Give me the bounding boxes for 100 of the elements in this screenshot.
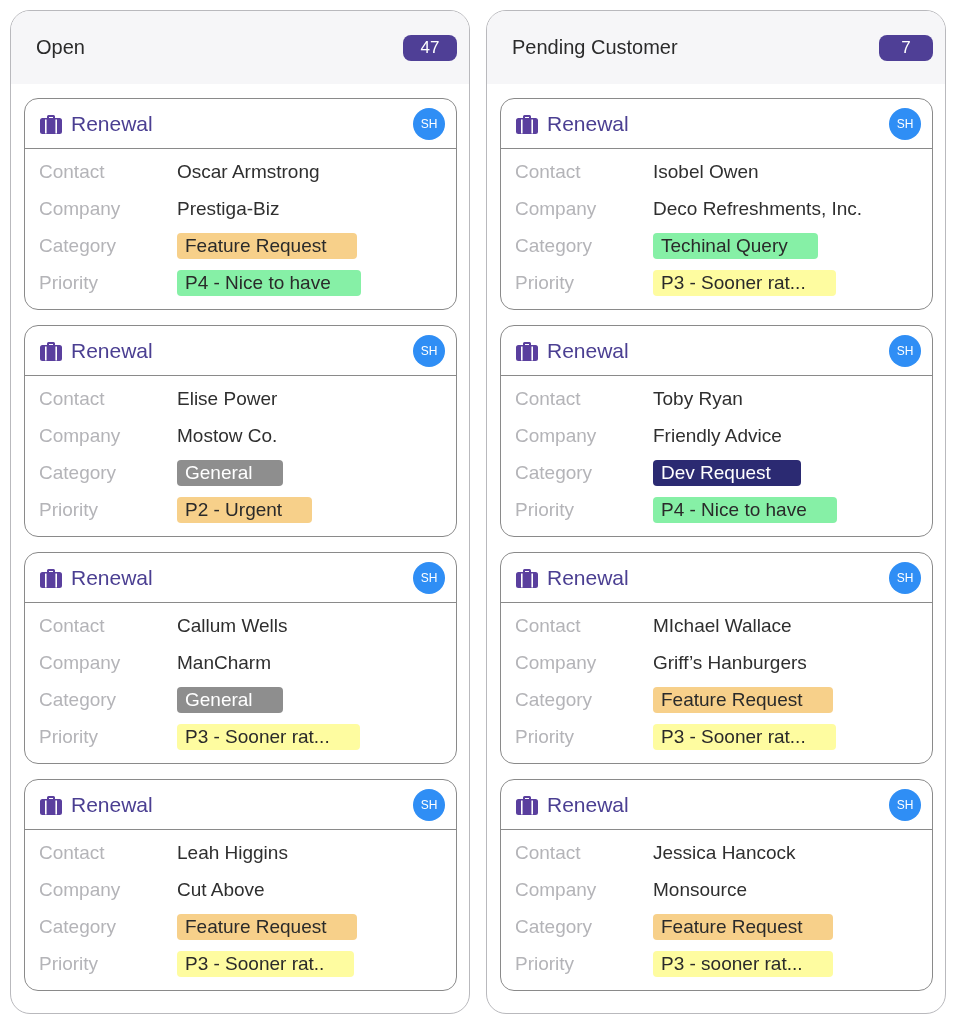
tag: P3 - Sooner rat... bbox=[653, 269, 836, 296]
avatar: SH bbox=[413, 334, 445, 367]
ticket-card[interactable]: Renewal SH Contact Callum Wells Company ManCharm Category General Priority P3 - Sooner rat... bbox=[24, 552, 457, 764]
field-value: ManCharm bbox=[177, 651, 271, 674]
field-value: Prestiga-Biz bbox=[177, 197, 280, 220]
card-title: Renewal bbox=[547, 111, 630, 136]
briefcase-icon bbox=[516, 567, 538, 588]
field-label: Contact bbox=[515, 614, 582, 637]
avatar: SH bbox=[413, 561, 445, 594]
field-value: Mostow Co. bbox=[177, 424, 278, 447]
ticket-card[interactable]: Renewal SH Contact Toby Ryan Company Friendly Advice Category Dev Request Priority P4 - Nice to have bbox=[500, 325, 933, 537]
field-label: Company bbox=[39, 651, 122, 674]
field-label: Priority bbox=[515, 498, 576, 521]
avatar: SH bbox=[413, 107, 445, 140]
avatar: SH bbox=[889, 334, 921, 367]
ticket-card[interactable]: Renewal SH Contact Elise Power Company Mostow Co. Category General Priority P2 - Urgent bbox=[24, 325, 457, 537]
field-label: Priority bbox=[39, 271, 100, 294]
field-label: Company bbox=[39, 424, 122, 447]
briefcase-icon bbox=[40, 113, 62, 134]
card-title: Renewal bbox=[71, 565, 154, 590]
briefcase-icon bbox=[40, 340, 62, 361]
tag: P3 - sooner rat... bbox=[653, 950, 833, 977]
field-label: Priority bbox=[39, 498, 100, 521]
field-label: Category bbox=[39, 688, 118, 711]
field-value: Leah Higgins bbox=[177, 841, 288, 864]
tag: General bbox=[177, 459, 283, 486]
field-value: Friendly Advice bbox=[653, 424, 782, 447]
briefcase-icon bbox=[40, 567, 62, 588]
field-label: Category bbox=[515, 915, 594, 938]
tag: P3 - Sooner rat.. bbox=[177, 950, 355, 977]
field-label: Priority bbox=[39, 952, 100, 975]
field-value: Callum Wells bbox=[177, 614, 288, 637]
avatar: SH bbox=[889, 107, 921, 140]
briefcase-icon bbox=[516, 794, 538, 815]
briefcase-icon bbox=[516, 113, 538, 134]
tag: P3 - Sooner rat... bbox=[177, 723, 360, 750]
field-value: Deco Refreshments, Inc. bbox=[653, 197, 863, 220]
card-title: Renewal bbox=[547, 792, 630, 817]
field-value: Toby Ryan bbox=[653, 387, 743, 410]
ticket-card[interactable]: Renewal SH Contact Jessica Hancock Company Monsource Category Feature Request Priority P3 - sooner rat... bbox=[500, 779, 933, 991]
field-label: Contact bbox=[515, 387, 582, 410]
field-label: Category bbox=[39, 915, 118, 938]
ticket-card[interactable]: Renewal SH Contact Oscar Armstrong Company Prestiga-Biz Category Feature Request Priority P4 - Nice to have bbox=[24, 98, 457, 310]
tag: Feature Request bbox=[177, 913, 357, 940]
field-value: Jessica Hancock bbox=[653, 841, 796, 864]
tag: Techinal Query bbox=[653, 232, 818, 259]
field-label: Company bbox=[515, 651, 598, 674]
column-title: Open bbox=[36, 36, 85, 59]
ticket-card[interactable]: Renewal SH Contact Isobel Owen Company Deco Refreshments, Inc. Category Techinal Query Priority P3 - Sooner rat... bbox=[500, 98, 933, 310]
field-label: Priority bbox=[515, 725, 576, 748]
count-badge: 7 bbox=[879, 34, 933, 61]
count-badge: 47 bbox=[403, 34, 457, 61]
avatar: SH bbox=[413, 788, 445, 821]
tag: Feature Request bbox=[653, 686, 833, 713]
field-value: Griff’s Hanburgers bbox=[653, 651, 807, 674]
field-label: Category bbox=[515, 688, 594, 711]
tag: Feature Request bbox=[177, 232, 357, 259]
briefcase-icon bbox=[516, 340, 538, 361]
field-label: Priority bbox=[39, 725, 100, 748]
field-label: Priority bbox=[515, 271, 576, 294]
briefcase-icon bbox=[40, 794, 62, 815]
card-title: Renewal bbox=[71, 338, 154, 363]
tag: General bbox=[177, 686, 283, 713]
field-value: Cut Above bbox=[177, 878, 265, 901]
field-value: Isobel Owen bbox=[653, 160, 759, 183]
field-label: Contact bbox=[39, 841, 106, 864]
field-label: Category bbox=[39, 234, 118, 257]
field-value: Oscar Armstrong bbox=[177, 160, 320, 183]
ticket-card[interactable]: Renewal SH Contact MIchael Wallace Company Griff’s Hanburgers Category Feature Request Priority P3 - Sooner rat... bbox=[500, 552, 933, 764]
field-label: Company bbox=[39, 878, 122, 901]
field-value: Elise Power bbox=[177, 387, 278, 410]
field-label: Contact bbox=[39, 614, 106, 637]
field-label: Company bbox=[515, 424, 598, 447]
field-label: Contact bbox=[39, 387, 106, 410]
field-label: Category bbox=[515, 234, 594, 257]
field-label: Contact bbox=[515, 841, 582, 864]
tag: P3 - Sooner rat... bbox=[653, 723, 836, 750]
tag: P4 - Nice to have bbox=[177, 269, 361, 296]
field-label: Contact bbox=[39, 160, 106, 183]
field-label: Company bbox=[515, 878, 598, 901]
ticket-card[interactable]: Renewal SH Contact Leah Higgins Company Cut Above Category Feature Request Priority P3 - Sooner rat.. bbox=[24, 779, 457, 991]
field-label: Company bbox=[515, 197, 598, 220]
field-value: MIchael Wallace bbox=[653, 614, 792, 637]
card-title: Renewal bbox=[547, 565, 630, 590]
field-label: Priority bbox=[515, 952, 576, 975]
card-title: Renewal bbox=[71, 792, 154, 817]
card-title: Renewal bbox=[71, 111, 154, 136]
field-label: Category bbox=[39, 461, 118, 484]
tag: P2 - Urgent bbox=[177, 496, 313, 523]
tag: Feature Request bbox=[653, 913, 833, 940]
field-label: Category bbox=[515, 461, 594, 484]
field-label: Contact bbox=[515, 160, 582, 183]
avatar: SH bbox=[889, 788, 921, 821]
avatar: SH bbox=[889, 561, 921, 594]
field-label: Company bbox=[39, 197, 122, 220]
column-title: Pending Customer bbox=[512, 36, 678, 59]
field-value: Monsource bbox=[653, 878, 747, 901]
tag: P4 - Nice to have bbox=[653, 496, 837, 523]
tag: Dev Request bbox=[653, 459, 801, 486]
card-title: Renewal bbox=[547, 338, 630, 363]
